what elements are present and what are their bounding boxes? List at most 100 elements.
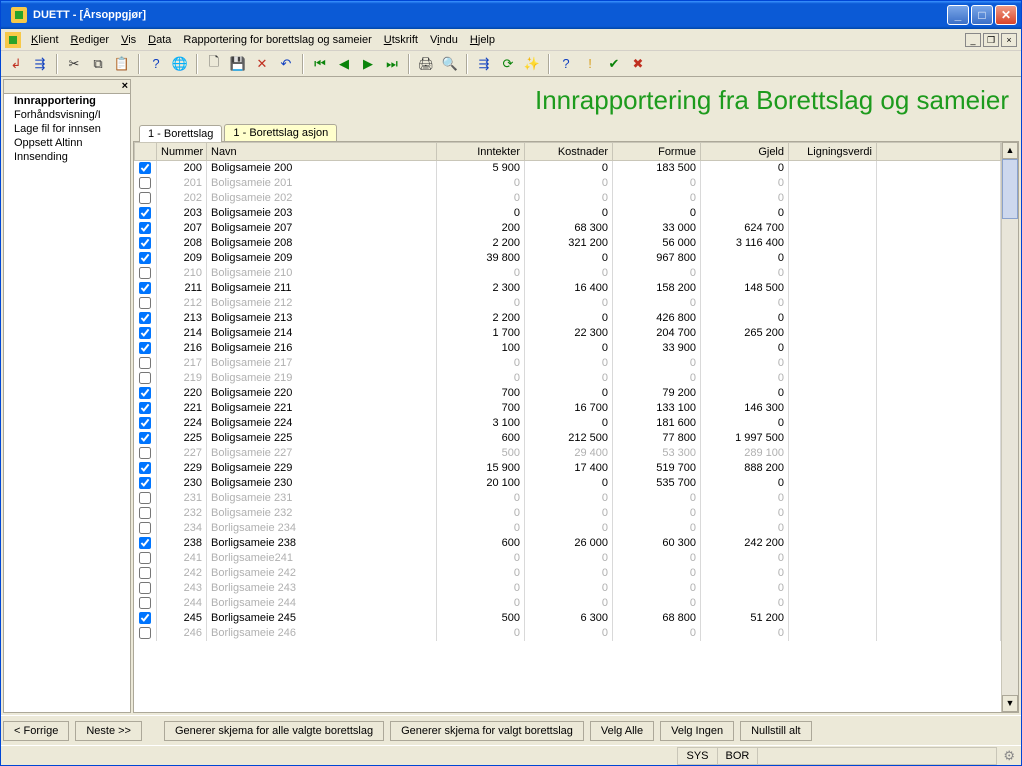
generate-all-button[interactable]: Generer skjema for alle valgte borettsla… <box>164 721 384 741</box>
toolbar-first-icon[interactable]: ⏮ <box>309 53 331 75</box>
table-row[interactable]: 207Boligsameie 20720068 30033 000624 700 <box>135 221 1001 236</box>
menu-hjelp[interactable]: Hjelp <box>464 32 501 48</box>
sidebar-close-button[interactable]: × <box>4 80 130 94</box>
toolbar-delete-icon[interactable]: ✕ <box>251 53 273 75</box>
table-row[interactable]: 211Boligsameie 2112 30016 400158 200148 … <box>135 281 1001 296</box>
table-row[interactable]: 227Boligsameie 22750029 40053 300289 100 <box>135 446 1001 461</box>
table-row[interactable]: 230Boligsameie 23020 1000535 7000 <box>135 476 1001 491</box>
toolbar-refresh-icon[interactable]: ⟳ <box>497 53 519 75</box>
maximize-button[interactable]: □ <box>971 5 993 25</box>
scroll-thumb[interactable] <box>1002 159 1018 219</box>
toolbar-question-icon[interactable]: ? <box>555 53 577 75</box>
toolbar-sparkle-icon[interactable]: ✨ <box>521 53 543 75</box>
row-checkbox[interactable] <box>139 267 151 279</box>
mdi-minimize-button[interactable]: _ <box>965 33 981 47</box>
table-row[interactable]: 221Boligsameie 22170016 700133 100146 30… <box>135 401 1001 416</box>
toolbar-save-icon[interactable]: 💾 <box>227 53 249 75</box>
row-checkbox[interactable] <box>139 312 151 324</box>
toolbar-cut-icon[interactable]: ✂ <box>63 53 85 75</box>
menu-klient[interactable]: Klient <box>25 32 65 48</box>
row-checkbox[interactable] <box>139 552 151 564</box>
row-checkbox[interactable] <box>139 432 151 444</box>
table-row[interactable]: 224Boligsameie 2243 1000181 6000 <box>135 416 1001 431</box>
toolbar-warning-icon[interactable]: ! <box>579 53 601 75</box>
table-row[interactable]: 241Borligsameie2410000 <box>135 551 1001 566</box>
table-row[interactable]: 216Boligsameie 216100033 9000 <box>135 341 1001 356</box>
row-checkbox[interactable] <box>139 342 151 354</box>
toolbar-copy-icon[interactable]: ⧉ <box>87 53 109 75</box>
table-row[interactable]: 231Boligsameie 2310000 <box>135 491 1001 506</box>
table-row[interactable]: 229Boligsameie 22915 90017 400519 700888… <box>135 461 1001 476</box>
sidebar-item-1[interactable]: Forhåndsvisning/I <box>4 108 130 122</box>
table-row[interactable]: 244Borligsameie 2440000 <box>135 596 1001 611</box>
select-none-button[interactable]: Velg Ingen <box>660 721 734 741</box>
toolbar-hierarchy-icon[interactable]: ⇶ <box>473 53 495 75</box>
table-row[interactable]: 208Boligsameie 2082 200321 20056 0003 11… <box>135 236 1001 251</box>
gear-icon[interactable]: ⚙ <box>1003 748 1015 764</box>
row-checkbox[interactable] <box>139 222 151 234</box>
toolbar-exit-icon[interactable]: ↲ <box>5 53 27 75</box>
tab-borettslag-asjon[interactable]: 1 - Borettslag asjon <box>224 124 337 141</box>
toolbar-undo-icon[interactable]: ↶ <box>275 53 297 75</box>
toolbar-help-icon[interactable]: ? <box>145 53 167 75</box>
row-checkbox[interactable] <box>139 417 151 429</box>
sidebar-item-3[interactable]: Oppsett Altinn <box>4 136 130 150</box>
sidebar-item-0[interactable]: Innrapportering <box>4 94 130 108</box>
row-checkbox[interactable] <box>139 582 151 594</box>
toolbar-print-icon[interactable]: 🖨 <box>415 53 437 75</box>
scroll-up-icon[interactable]: ▲ <box>1002 142 1018 159</box>
menu-vindu[interactable]: Vindu <box>424 32 464 48</box>
menu-vis[interactable]: Vis <box>115 32 142 48</box>
row-checkbox[interactable] <box>139 447 151 459</box>
row-checkbox[interactable] <box>139 372 151 384</box>
table-row[interactable]: 243Borligsameie 2430000 <box>135 581 1001 596</box>
table-row[interactable]: 203Boligsameie 2030000 <box>135 206 1001 221</box>
prev-button[interactable]: < Forrige <box>3 721 69 741</box>
row-checkbox[interactable] <box>139 357 151 369</box>
row-checkbox[interactable] <box>139 192 151 204</box>
menu-rapportering[interactable]: Rapportering for borettslag og sameier <box>177 32 377 48</box>
sidebar-item-2[interactable]: Lage fil for innsen <box>4 122 130 136</box>
table-row[interactable]: 217Boligsameie 2170000 <box>135 356 1001 371</box>
toolbar-new-icon[interactable]: 🗋 <box>203 53 225 75</box>
row-checkbox[interactable] <box>139 162 151 174</box>
table-row[interactable]: 200Boligsameie 2005 9000183 5000 <box>135 161 1001 176</box>
sidebar-item-4[interactable]: Innsending <box>4 150 130 164</box>
mdi-restore-button[interactable]: ❐ <box>983 33 999 47</box>
row-checkbox[interactable] <box>139 537 151 549</box>
col-header-nummer[interactable]: Nummer <box>157 143 207 161</box>
table-row[interactable]: 238Borligsameie 23860026 00060 300242 20… <box>135 536 1001 551</box>
row-checkbox[interactable] <box>139 327 151 339</box>
col-header-kostnader[interactable]: Kostnader <box>525 143 613 161</box>
table-row[interactable]: 202Boligsameie 2020000 <box>135 191 1001 206</box>
row-checkbox[interactable] <box>139 177 151 189</box>
table-row[interactable]: 201Boligsameie 2010000 <box>135 176 1001 191</box>
select-all-button[interactable]: Velg Alle <box>590 721 654 741</box>
tab-borettslag-1[interactable]: 1 - Borettslag <box>139 125 222 142</box>
col-header-check[interactable] <box>135 143 157 161</box>
col-header-formue[interactable]: Formue <box>613 143 701 161</box>
table-row[interactable]: 245Borligsameie 2455006 30068 80051 200 <box>135 611 1001 626</box>
toolbar-about-icon[interactable]: 🌐 <box>169 53 191 75</box>
toolbar-tree-icon[interactable]: ⇶ <box>29 53 51 75</box>
next-button[interactable]: Neste >> <box>75 721 142 741</box>
toolbar-preview-icon[interactable]: 🔍 <box>439 53 461 75</box>
col-header-ligningsverdi[interactable]: Ligningsverdi <box>789 143 877 161</box>
reset-button[interactable]: Nullstill alt <box>740 721 812 741</box>
row-checkbox[interactable] <box>139 507 151 519</box>
mdi-close-button[interactable]: × <box>1001 33 1017 47</box>
toolbar-last-icon[interactable]: ⏭ <box>381 53 403 75</box>
data-grid[interactable]: Nummer Navn Inntekter Kostnader Formue G… <box>134 142 1001 712</box>
toolbar-prev-icon[interactable]: ◀ <box>333 53 355 75</box>
row-checkbox[interactable] <box>139 567 151 579</box>
menu-rediger[interactable]: Rediger <box>65 32 116 48</box>
close-button[interactable]: ✕ <box>995 5 1017 25</box>
col-header-inntekter[interactable]: Inntekter <box>437 143 525 161</box>
row-checkbox[interactable] <box>139 237 151 249</box>
scroll-down-icon[interactable]: ▼ <box>1002 695 1018 712</box>
toolbar-paste-icon[interactable]: 📋 <box>111 53 133 75</box>
col-header-gjeld[interactable]: Gjeld <box>701 143 789 161</box>
toolbar-cancel-icon[interactable]: ✖ <box>627 53 649 75</box>
table-row[interactable]: 212Boligsameie 2120000 <box>135 296 1001 311</box>
toolbar-check-icon[interactable]: ✔ <box>603 53 625 75</box>
